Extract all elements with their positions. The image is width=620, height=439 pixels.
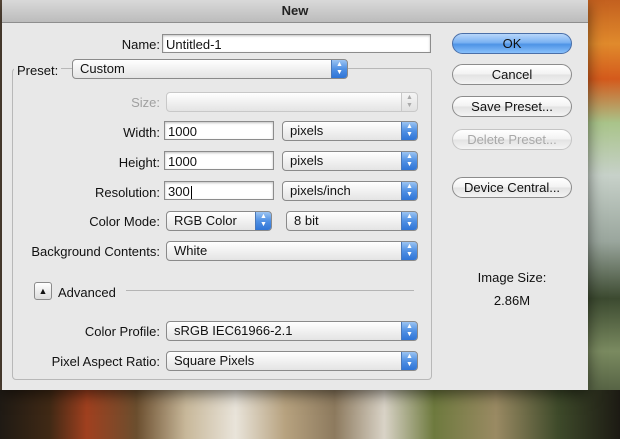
width-field[interactable]: 1000 bbox=[164, 121, 274, 140]
triangle-up-icon: ▲ bbox=[38, 286, 48, 296]
resolution-field[interactable]: 300 bbox=[164, 181, 274, 200]
dialog-title: New bbox=[2, 0, 588, 23]
delete-preset-button: Delete Preset... bbox=[452, 129, 572, 150]
advanced-label: Advanced bbox=[58, 285, 116, 300]
color-mode-select[interactable]: RGB Color ▲ ▼ bbox=[166, 211, 272, 231]
chevron-updown-icon: ▲ ▼ bbox=[401, 322, 417, 340]
color-profile-label: Color Profile: bbox=[84, 324, 160, 339]
height-unit-value: pixels bbox=[290, 153, 324, 168]
background-contents-value: White bbox=[174, 243, 208, 258]
chevron-updown-icon: ▲ ▼ bbox=[401, 212, 417, 230]
chevron-updown-icon: ▲ ▼ bbox=[331, 60, 347, 78]
resolution-value: 300 bbox=[168, 184, 190, 199]
chevron-updown-icon: ▲ ▼ bbox=[401, 93, 417, 111]
preset-value: Custom bbox=[80, 61, 125, 76]
preset-label: Preset: bbox=[14, 63, 62, 78]
bit-depth-value: 8 bit bbox=[294, 213, 319, 228]
advanced-divider bbox=[126, 290, 414, 291]
name-field[interactable]: Untitled-1 bbox=[162, 34, 431, 53]
bit-depth-select[interactable]: 8 bit ▲ ▼ bbox=[286, 211, 418, 231]
size-label: Size: bbox=[131, 95, 160, 110]
chevron-updown-icon: ▲ ▼ bbox=[255, 212, 271, 230]
image-size-value: 2.86M bbox=[493, 293, 531, 308]
device-central-button[interactable]: Device Central... bbox=[452, 177, 572, 198]
color-profile-value: sRGB IEC61966-2.1 bbox=[174, 323, 293, 338]
chevron-updown-icon: ▲ ▼ bbox=[401, 352, 417, 370]
chevron-updown-icon: ▲ ▼ bbox=[401, 122, 417, 140]
background-contents-label: Background Contents: bbox=[31, 244, 160, 259]
height-label: Height: bbox=[118, 155, 160, 170]
chevron-updown-icon: ▲ ▼ bbox=[401, 182, 417, 200]
image-size-label: Image Size: bbox=[477, 270, 547, 285]
ok-button[interactable]: OK bbox=[452, 33, 572, 54]
height-unit-select[interactable]: pixels ▲ ▼ bbox=[282, 151, 418, 171]
cancel-button[interactable]: Cancel bbox=[452, 64, 572, 85]
background-photo-right bbox=[588, 0, 620, 439]
resolution-label: Resolution: bbox=[94, 185, 160, 200]
color-mode-value: RGB Color bbox=[174, 213, 237, 228]
width-unit-value: pixels bbox=[290, 123, 324, 138]
resolution-unit-value: pixels/inch bbox=[290, 183, 351, 198]
background-contents-select[interactable]: White ▲ ▼ bbox=[166, 241, 418, 261]
pixel-aspect-label: Pixel Aspect Ratio: bbox=[51, 354, 160, 369]
text-cursor bbox=[190, 185, 192, 199]
width-label: Width: bbox=[123, 125, 160, 140]
chevron-updown-icon: ▲ ▼ bbox=[401, 152, 417, 170]
height-field[interactable]: 1000 bbox=[164, 151, 274, 170]
advanced-disclosure-button[interactable]: ▲ bbox=[34, 282, 52, 300]
background-photo-bottom bbox=[0, 390, 620, 439]
color-mode-label: Color Mode: bbox=[89, 214, 160, 229]
color-profile-select[interactable]: sRGB IEC61966-2.1 ▲ ▼ bbox=[166, 321, 418, 341]
size-select: ▲ ▼ bbox=[166, 92, 418, 112]
resolution-unit-select[interactable]: pixels/inch ▲ ▼ bbox=[282, 181, 418, 201]
chevron-updown-icon: ▲ ▼ bbox=[401, 242, 417, 260]
pixel-aspect-select[interactable]: Square Pixels ▲ ▼ bbox=[166, 351, 418, 371]
save-preset-button[interactable]: Save Preset... bbox=[452, 96, 572, 117]
pixel-aspect-value: Square Pixels bbox=[174, 353, 255, 368]
width-unit-select[interactable]: pixels ▲ ▼ bbox=[282, 121, 418, 141]
new-document-dialog: New Name: Untitled-1 Preset: Custom ▲ ▼ S… bbox=[2, 0, 588, 390]
preset-select[interactable]: Custom ▲ ▼ bbox=[72, 59, 348, 79]
name-label: Name: bbox=[121, 37, 160, 52]
